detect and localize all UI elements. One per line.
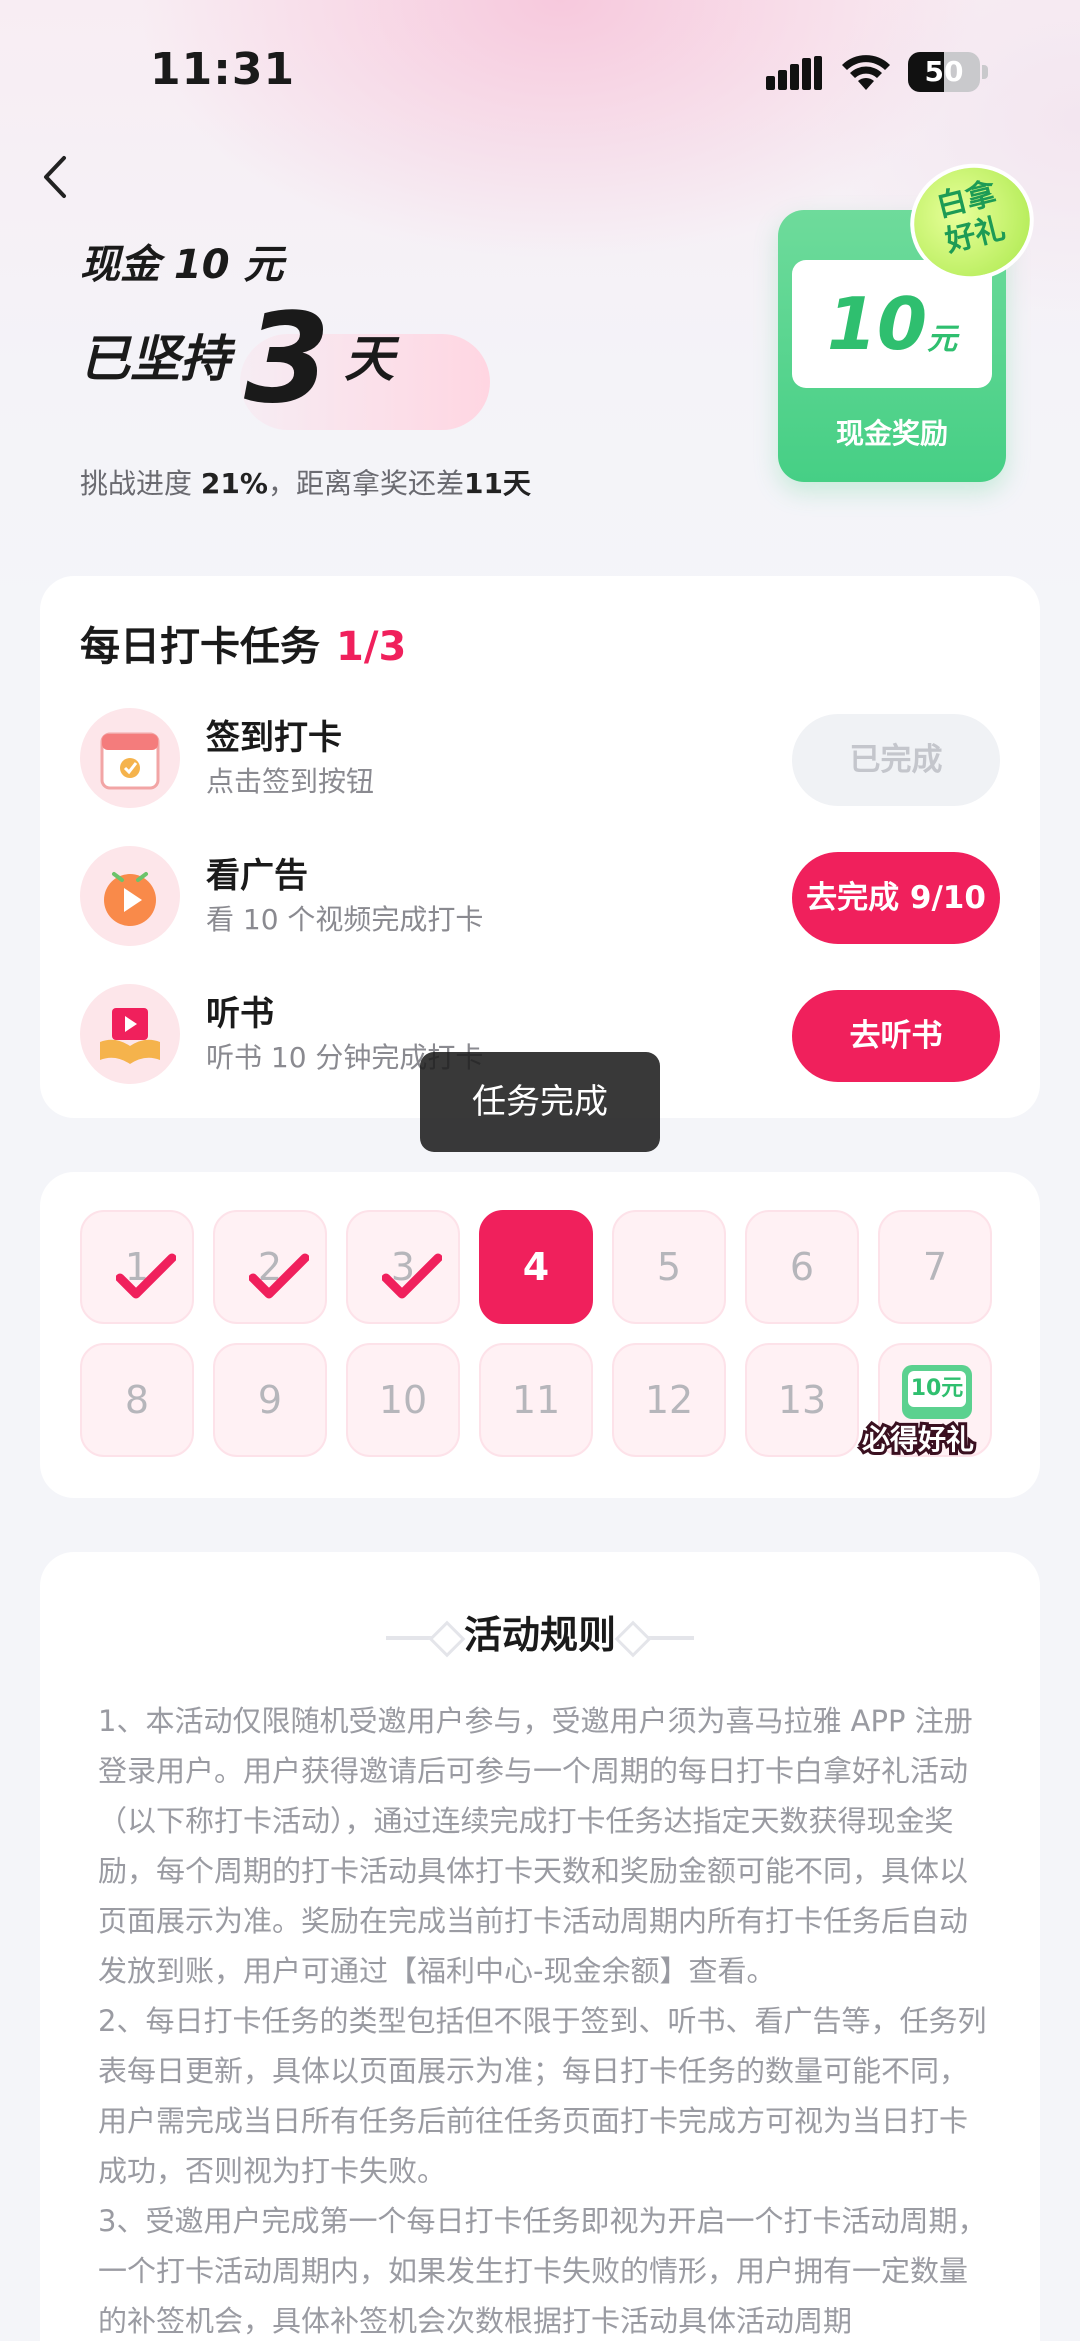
streak-suffix: 天 bbox=[344, 330, 395, 388]
progress-percent: 21% bbox=[200, 467, 268, 500]
go-complete-button[interactable]: 去完成 9/10 bbox=[792, 852, 1000, 944]
calendar-day-number: 10 bbox=[378, 1378, 428, 1422]
calendar-day-number: 9 bbox=[257, 1378, 283, 1422]
calendar-day: 6 bbox=[745, 1210, 859, 1324]
cash-gift-icon: 10元 bbox=[902, 1365, 972, 1419]
calendar-day: 8 bbox=[80, 1343, 194, 1457]
rules-body: 1、本活动仅限随机受邀用户参与，受邀用户须为喜马拉雅 APP 注册登录用户。用户… bbox=[98, 1696, 988, 2341]
task-desc: 点击签到按钮 bbox=[206, 765, 375, 798]
video-play-icon bbox=[80, 846, 180, 946]
calendar-day: 10 bbox=[346, 1343, 460, 1457]
calendar-day: 12 bbox=[612, 1343, 726, 1457]
activity-rules-card: 活动规则 1、本活动仅限随机受邀用户参与，受邀用户须为喜马拉雅 APP 注册登录… bbox=[40, 1552, 1040, 2341]
calendar-day: 11 bbox=[479, 1343, 593, 1457]
task-complete-toast: 任务完成 bbox=[420, 1052, 660, 1152]
task-desc: 看 10 个视频完成打卡 bbox=[206, 903, 484, 936]
back-arrow-icon[interactable] bbox=[36, 152, 76, 202]
calendar-day-number: 4 bbox=[522, 1245, 550, 1289]
calendar-day: 7 bbox=[878, 1210, 992, 1324]
tasks-title: 每日打卡任务 1/3 bbox=[80, 624, 407, 670]
progress-text: 挑战进度 21%，距离拿奖还差11天 bbox=[80, 467, 531, 500]
task-checkin: 签到打卡 点击签到按钮 已完成 bbox=[80, 702, 1000, 812]
task-name: 签到打卡 bbox=[206, 718, 342, 758]
status-bar: 11:31 50 bbox=[0, 0, 1080, 140]
calendar-day: 5 bbox=[612, 1210, 726, 1324]
wifi-icon bbox=[842, 55, 890, 90]
calendar-day-number: 7 bbox=[922, 1245, 948, 1289]
checkmark-icon bbox=[382, 1253, 442, 1299]
task-name: 听书 bbox=[206, 994, 274, 1034]
rules-paragraph: 2、每日打卡任务的类型包括但不限于签到、听书、看广告等，任务列表每日更新，具体以… bbox=[98, 2004, 987, 2188]
calendar-day: 1 bbox=[80, 1210, 194, 1324]
rules-title: 活动规则 bbox=[40, 1604, 1040, 1659]
calendar-day-number: 8 bbox=[124, 1378, 150, 1422]
calendar-day: 3 bbox=[346, 1210, 460, 1324]
calendar-day: 4 bbox=[479, 1210, 593, 1324]
task-name: 看广告 bbox=[206, 856, 308, 896]
task-watch-ads: 看广告 看 10 个视频完成打卡 去完成 9/10 bbox=[80, 840, 1000, 950]
streak-prefix: 已坚持 bbox=[80, 330, 230, 388]
checkmark-icon bbox=[249, 1253, 309, 1299]
battery-icon: 50 bbox=[908, 52, 988, 92]
final-reward-label: 必得好礼 bbox=[859, 1420, 977, 1459]
calendar-day-number: 5 bbox=[656, 1245, 682, 1289]
cellular-signal-icon bbox=[766, 56, 822, 90]
tasks-count: 1/3 bbox=[336, 624, 407, 670]
book-icon bbox=[80, 984, 180, 1084]
reward-amount: 10 bbox=[826, 282, 928, 366]
checkmark-icon bbox=[116, 1253, 176, 1299]
calendar-day-number: 12 bbox=[644, 1378, 694, 1422]
calendar-day-number: 11 bbox=[511, 1378, 561, 1422]
daily-tasks-card: 每日打卡任务 1/3 签到打卡 点击签到按钮 已完成 看广告 看 10 个视频完成… bbox=[40, 576, 1040, 1118]
rules-paragraph: 3、受邀用户完成第一个每日打卡任务即视为开启一个打卡活动周期，一个打卡活动周期内… bbox=[98, 2204, 987, 2338]
status-time: 11:31 bbox=[150, 44, 296, 95]
remaining-days: 11天 bbox=[463, 467, 531, 500]
calendar-day: 9 bbox=[213, 1343, 327, 1457]
cash-title: 现金 10 元 bbox=[80, 242, 284, 288]
calendar-day-number: 13 bbox=[777, 1378, 827, 1422]
reward-label: 现金奖励 bbox=[835, 417, 948, 450]
reward-unit: 元 bbox=[927, 322, 958, 357]
calendar-day: 2 bbox=[213, 1210, 327, 1324]
calendar-icon bbox=[80, 708, 180, 808]
streak-days: 3 bbox=[244, 287, 331, 431]
task-completed-button[interactable]: 已完成 bbox=[792, 714, 1000, 806]
go-listen-button[interactable]: 去听书 bbox=[792, 990, 1000, 1082]
calendar-day-number: 6 bbox=[789, 1245, 815, 1289]
rules-paragraph: 1、本活动仅限随机受邀用户参与，受邀用户须为喜马拉雅 APP 注册登录用户。用户… bbox=[98, 1704, 973, 1988]
